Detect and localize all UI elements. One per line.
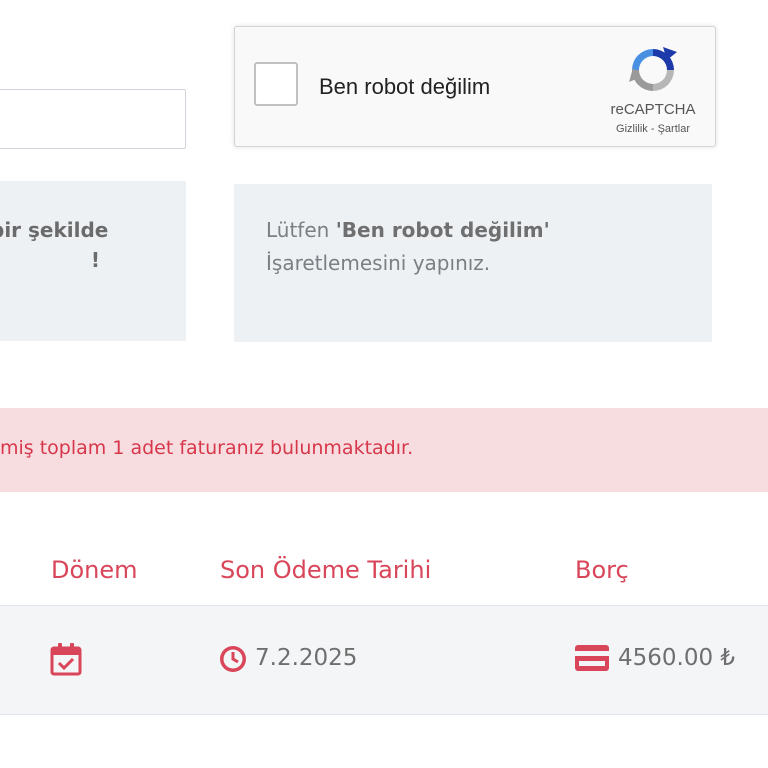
captcha-notice-box: Lütfen 'Ben robot değilim' İşaretlemesin… bbox=[234, 184, 712, 342]
recaptcha-links: Gizlilik - Şartlar bbox=[605, 123, 701, 135]
table-divider bbox=[0, 714, 768, 715]
left-notice-text: bir şekilde ! bbox=[0, 215, 109, 275]
clock-icon bbox=[220, 646, 246, 672]
recaptcha-checkbox[interactable] bbox=[254, 62, 298, 106]
recaptcha-brand: reCAPTCHA bbox=[610, 101, 696, 118]
header-due-date: Son Ödeme Tarihi bbox=[220, 556, 432, 584]
credit-card-icon bbox=[575, 645, 609, 671]
recaptcha-label: Ben robot değilim bbox=[319, 74, 491, 99]
debt-amount-value: 4560.00 ₺ bbox=[618, 645, 736, 671]
text-input[interactable] bbox=[0, 89, 186, 149]
notice-prefix: Lütfen bbox=[266, 218, 336, 242]
recaptcha-widget: Ben robot değilim reCAPTCHA Gizlilik - Ş… bbox=[234, 26, 716, 147]
left-notice-line2: ! bbox=[90, 248, 100, 272]
notice-suffix: İşaretlemesini yapınız. bbox=[266, 251, 491, 275]
due-date-value: 7.2.2025 bbox=[255, 645, 358, 671]
left-notice-box: bir şekilde ! bbox=[0, 181, 186, 341]
terms-link[interactable]: Şartlar bbox=[658, 123, 690, 135]
invoice-alert: miş toplam 1 adet faturanız bulunmaktadı… bbox=[0, 408, 768, 492]
privacy-link[interactable]: Gizlilik bbox=[616, 123, 648, 135]
header-debt: Borç bbox=[575, 556, 629, 584]
notice-bold: 'Ben robot değilim' bbox=[335, 218, 550, 242]
invoice-alert-text: miş toplam 1 adet faturanız bulunmaktadı… bbox=[0, 437, 414, 459]
calendar-check-icon bbox=[50, 643, 82, 676]
recaptcha-logo-icon bbox=[629, 47, 677, 91]
left-notice-line1: bir şekilde bbox=[0, 218, 109, 242]
link-separator: - bbox=[647, 123, 658, 135]
captcha-notice-text: Lütfen 'Ben robot değilim' İşaretlemesin… bbox=[266, 214, 696, 280]
header-period: Dönem bbox=[51, 556, 138, 584]
